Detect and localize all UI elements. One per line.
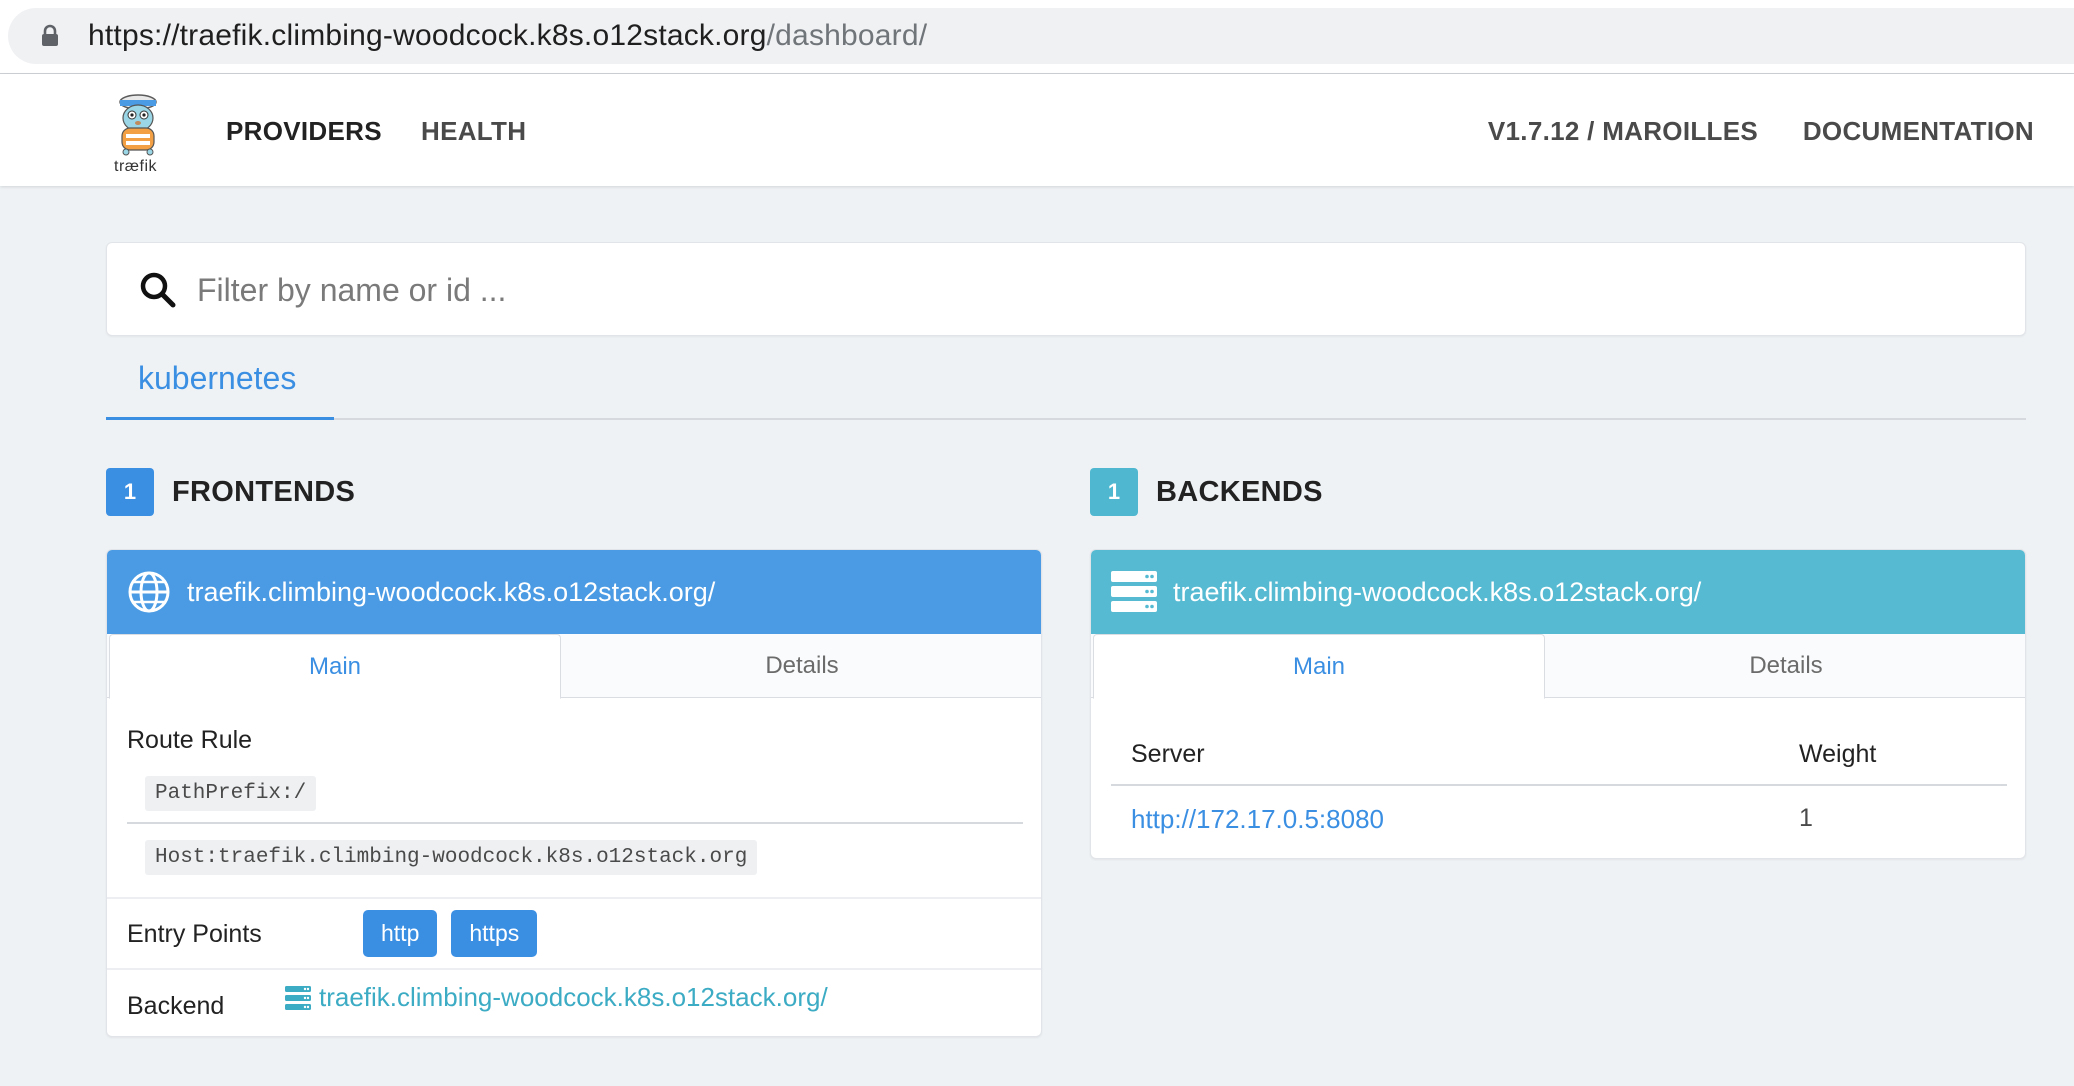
backends-count-badge: 1 [1090,468,1138,516]
entry-point-badge: https [451,910,538,957]
url-host: https://traefik.climbing-woodcock.k8s.o1… [88,19,767,52]
backends-title: BACKENDS [1156,475,1323,508]
backends-header: 1 BACKENDS [1090,468,1323,516]
tab-kubernetes[interactable]: kubernetes [106,350,334,420]
backend-link-text[interactable]: traefik.climbing-woodcock.k8s.o12stack.o… [319,982,828,1013]
search-input[interactable] [197,263,1977,317]
frontend-tabs: Main Details [107,634,1041,699]
server-icon [285,985,311,1010]
browser-url-bar: https://traefik.climbing-woodcock.k8s.o1… [0,0,2074,74]
nav-providers[interactable]: PROVIDERS [226,116,382,147]
frontend-tab-details[interactable]: Details [563,634,1041,698]
server-icon [1111,571,1157,612]
backend-label: Backend [127,992,225,1020]
nav-documentation[interactable]: DOCUMENTATION [1803,116,2034,147]
route-rule-divider [127,822,1023,824]
backend-tabs: Main Details [1091,634,2025,699]
globe-icon [128,571,170,613]
search-box [106,242,2026,336]
backend-tab-details[interactable]: Details [1547,634,2025,698]
entry-points-list: http https [363,910,551,957]
provider-tabs: kubernetes [106,350,2026,420]
server-url-link[interactable]: http://172.17.0.5:8080 [1131,804,1384,835]
table-header-server: Server [1131,740,1205,768]
entry-point-badge: http [363,910,438,957]
frontend-card: traefik.climbing-woodcock.k8s.o12stack.o… [106,549,1042,1037]
backend-card-header: traefik.climbing-woodcock.k8s.o12stack.o… [1091,550,2025,634]
nav-health[interactable]: HEALTH [421,116,526,147]
entry-points-divider [107,897,1041,899]
search-icon [140,272,176,308]
frontend-card-header: traefik.climbing-woodcock.k8s.o12stack.o… [107,550,1041,634]
table-header-weight: Weight [1799,740,1877,768]
backend-link[interactable]: traefik.climbing-woodcock.k8s.o12stack.o… [285,982,828,1013]
server-weight: 1 [1799,804,1813,832]
route-rule-path-prefix: PathPrefix:/ [145,776,317,811]
frontends-count-badge: 1 [106,468,154,516]
frontend-tab-main[interactable]: Main [109,634,561,699]
frontends-title: FRONTENDS [172,475,356,508]
traefik-logo[interactable]: træfik [106,92,170,175]
backend-card: traefik.climbing-woodcock.k8s.o12stack.o… [1090,549,2026,859]
url-text: https://traefik.climbing-woodcock.k8s.o1… [88,19,927,53]
nav-version[interactable]: V1.7.12 / MAROILLES [1488,116,1758,147]
entry-points-label: Entry Points [127,920,262,948]
backend-tab-main[interactable]: Main [1093,634,1545,699]
frontends-header: 1 FRONTENDS [106,468,355,516]
backend-divider [107,968,1041,970]
table-header-divider [1111,784,2007,786]
frontend-name: traefik.climbing-woodcock.k8s.o12stack.o… [187,576,716,607]
logo-text: træfik [114,158,157,175]
route-rule-host: Host:traefik.climbing-woodcock.k8s.o12st… [145,840,758,875]
lock-icon [42,24,58,46]
backend-name: traefik.climbing-woodcock.k8s.o12stack.o… [1173,576,1702,607]
top-navbar: træfik PROVIDERS HEALTH V1.7.12 / MAROIL… [0,74,2074,186]
route-rule-label: Route Rule [127,726,253,754]
address-field[interactable]: https://traefik.climbing-woodcock.k8s.o1… [8,8,2074,64]
url-path: /dashboard/ [766,19,928,52]
